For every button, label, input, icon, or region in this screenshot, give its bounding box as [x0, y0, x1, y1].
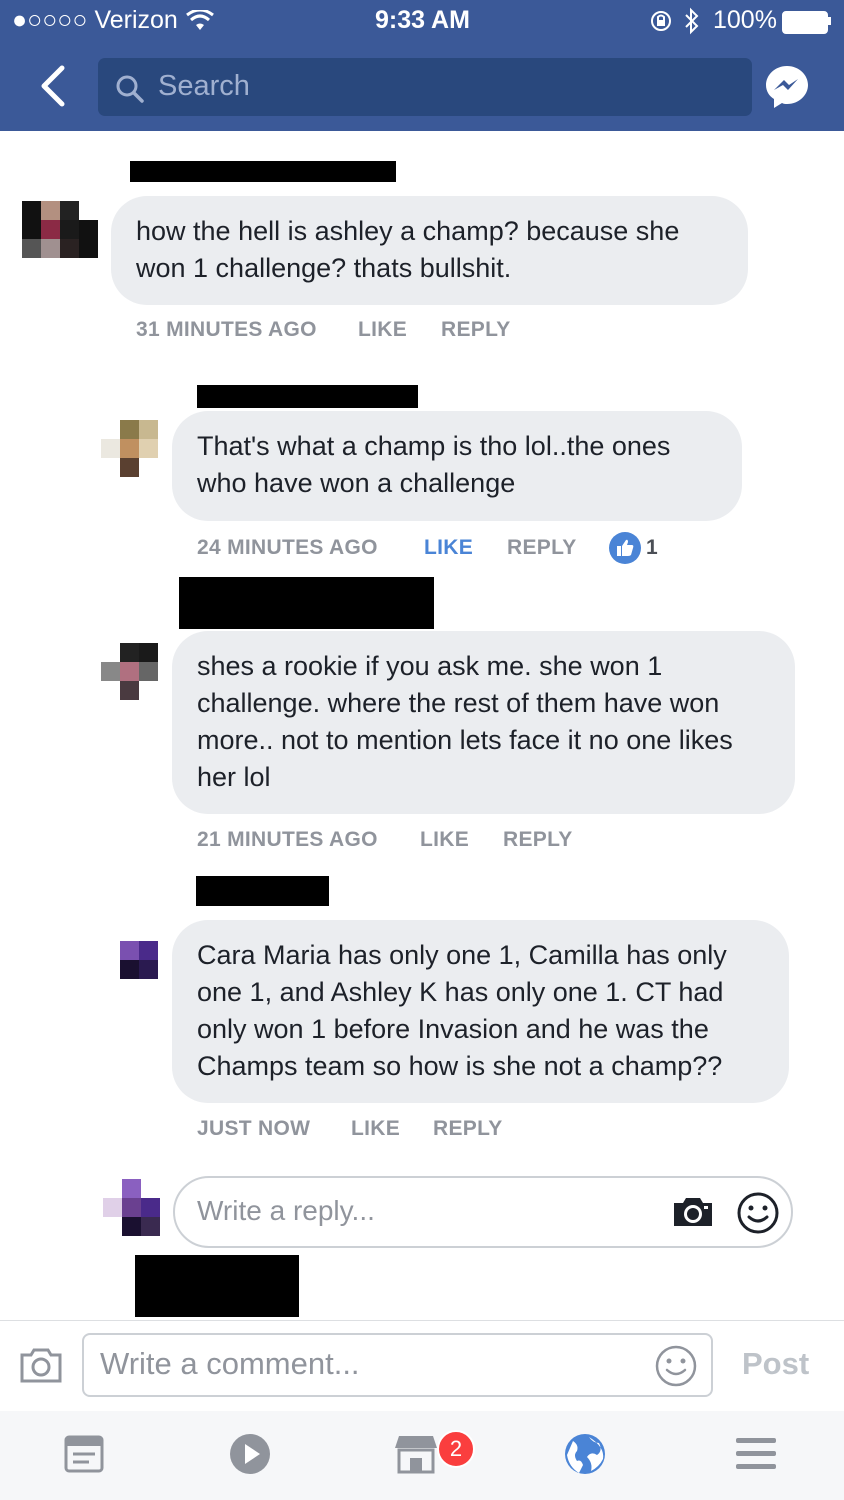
user-avatar	[103, 1179, 179, 1236]
messenger-icon[interactable]	[764, 64, 810, 110]
reply-button[interactable]: REPLY	[441, 318, 511, 342]
back-chevron-icon[interactable]	[38, 64, 68, 108]
comment-text: That's what a champ is tho lol..the ones…	[197, 431, 671, 498]
post-button[interactable]: Post	[742, 1346, 809, 1382]
comment-placeholder: Write a comment...	[100, 1346, 360, 1381]
comment-bubble: That's what a champ is tho lol..the ones…	[172, 411, 742, 521]
news-feed-icon[interactable]	[63, 1434, 105, 1474]
reply-button[interactable]: REPLY	[503, 828, 573, 852]
battery-percent: 100%	[713, 6, 777, 34]
menu-icon[interactable]	[735, 1436, 777, 1472]
search-icon	[116, 75, 144, 103]
redacted-name	[130, 161, 396, 182]
comment-time: 21 MINUTES AGO	[197, 828, 378, 851]
bluetooth-icon	[685, 7, 699, 35]
globe-icon[interactable]	[563, 1431, 607, 1477]
thumbs-up-icon	[617, 539, 634, 556]
comment-text: how the hell is ashley a champ? because …	[136, 216, 680, 283]
like-count: 1	[646, 536, 658, 559]
clock: 9:33 AM	[375, 6, 470, 34]
redacted-name	[196, 876, 329, 906]
battery-icon	[782, 11, 828, 34]
avatar[interactable]	[101, 941, 177, 979]
comment-time: 24 MINUTES AGO	[197, 536, 378, 559]
search-placeholder: Search	[158, 70, 250, 102]
emoji-icon[interactable]	[654, 1344, 698, 1388]
wifi-icon	[186, 10, 214, 30]
marketplace-icon[interactable]	[393, 1432, 439, 1476]
comment-bubble: Cara Maria has only one 1, Camilla has o…	[172, 920, 789, 1103]
like-button[interactable]: LIKE	[420, 828, 469, 852]
emoji-icon[interactable]	[736, 1191, 780, 1235]
avatar[interactable]	[101, 420, 177, 477]
comment-bubble: shes a rookie if you ask me. she won 1 c…	[172, 631, 795, 814]
comment-time: 31 MINUTES AGO	[136, 318, 317, 341]
comment-text: shes a rookie if you ask me. she won 1 c…	[197, 651, 733, 792]
redacted-name	[197, 385, 418, 408]
comment-time: JUST NOW	[197, 1117, 311, 1140]
notification-badge: 2	[437, 1430, 475, 1468]
avatar[interactable]	[101, 643, 177, 700]
like-button[interactable]: LIKE	[424, 536, 473, 560]
camera-icon[interactable]	[19, 1346, 63, 1384]
carrier-label: ●○○○○ Verizon	[12, 6, 178, 34]
redacted-name	[179, 577, 434, 629]
like-button[interactable]: LIKE	[351, 1117, 400, 1141]
camera-icon[interactable]	[671, 1195, 715, 1229]
redacted-name	[135, 1255, 299, 1317]
video-icon[interactable]	[228, 1432, 272, 1476]
comment-text: Cara Maria has only one 1, Camilla has o…	[197, 940, 727, 1081]
battery-tip	[828, 17, 831, 25]
like-count-icon[interactable]	[609, 532, 641, 564]
reply-button[interactable]: REPLY	[507, 536, 577, 560]
orientation-lock-icon	[651, 11, 671, 31]
reply-button[interactable]: REPLY	[433, 1117, 503, 1141]
reply-placeholder: Write a reply...	[197, 1195, 375, 1226]
like-button[interactable]: LIKE	[358, 318, 407, 342]
avatar[interactable]	[22, 201, 98, 258]
comment-bubble: how the hell is ashley a champ? because …	[111, 196, 748, 305]
